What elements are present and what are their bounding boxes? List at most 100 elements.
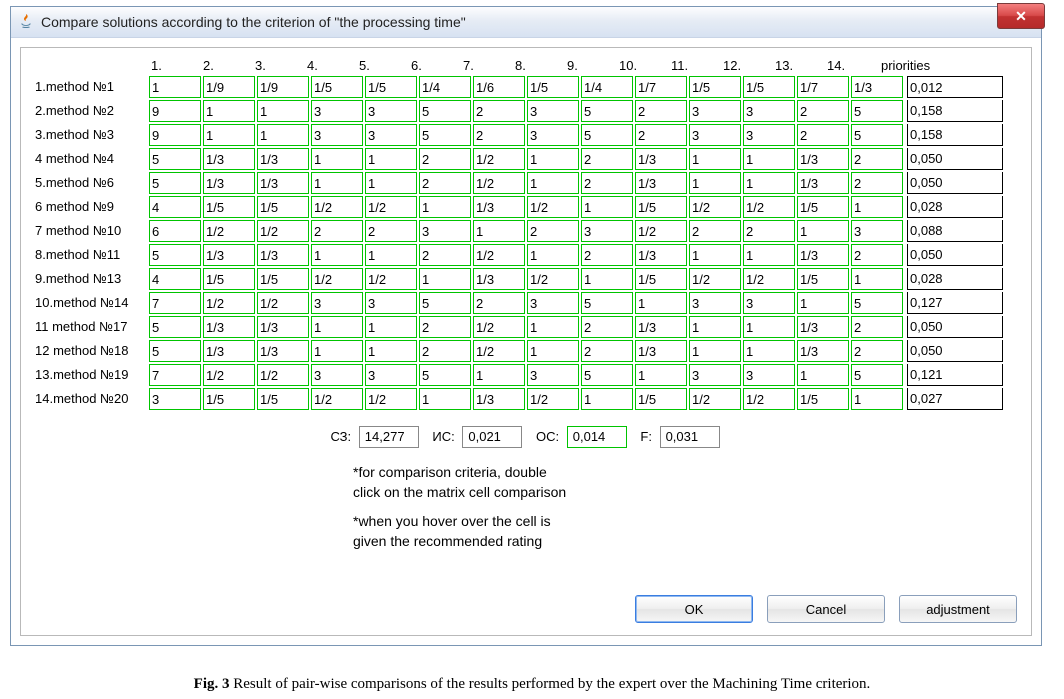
matrix-cell[interactable]: 1/5 <box>635 268 687 290</box>
matrix-cell[interactable]: 2 <box>365 220 417 242</box>
matrix-cell[interactable]: 2 <box>311 220 363 242</box>
adjustment-button[interactable]: adjustment <box>899 595 1017 623</box>
matrix-cell[interactable]: 5 <box>419 100 471 122</box>
matrix-cell[interactable]: 1/5 <box>365 76 417 98</box>
matrix-cell[interactable]: 1/2 <box>203 220 255 242</box>
matrix-cell[interactable]: 1/5 <box>797 388 849 410</box>
matrix-cell[interactable]: 1 <box>851 196 903 218</box>
matrix-cell[interactable]: 1 <box>419 196 471 218</box>
matrix-cell[interactable]: 3 <box>851 220 903 242</box>
matrix-cell[interactable]: 1/2 <box>473 148 525 170</box>
matrix-cell[interactable]: 1 <box>689 340 741 362</box>
matrix-cell[interactable]: 1/3 <box>203 172 255 194</box>
matrix-cell[interactable]: 1/2 <box>473 172 525 194</box>
matrix-cell[interactable]: 1 <box>797 292 849 314</box>
matrix-cell[interactable]: 1 <box>311 340 363 362</box>
matrix-cell[interactable]: 1 <box>527 148 579 170</box>
matrix-cell[interactable]: 1/3 <box>257 244 309 266</box>
matrix-cell[interactable]: 3 <box>311 124 363 146</box>
matrix-cell[interactable]: 6 <box>149 220 201 242</box>
matrix-cell[interactable]: 3 <box>743 124 795 146</box>
matrix-cell[interactable]: 1/2 <box>311 388 363 410</box>
matrix-cell[interactable]: 1 <box>419 388 471 410</box>
matrix-cell[interactable]: 2 <box>851 244 903 266</box>
matrix-cell[interactable]: 3 <box>527 292 579 314</box>
matrix-cell[interactable]: 1/3 <box>203 316 255 338</box>
matrix-cell[interactable]: 1/3 <box>797 316 849 338</box>
matrix-cell[interactable]: 2 <box>473 124 525 146</box>
matrix-cell[interactable]: 3 <box>743 100 795 122</box>
matrix-cell[interactable]: 1 <box>365 172 417 194</box>
matrix-cell[interactable]: 9 <box>149 124 201 146</box>
matrix-cell[interactable]: 1/2 <box>743 388 795 410</box>
window-close-button[interactable]: ✕ <box>997 3 1045 29</box>
ok-button[interactable]: OK <box>635 595 753 623</box>
matrix-cell[interactable]: 1 <box>257 100 309 122</box>
matrix-cell[interactable]: 1/5 <box>257 388 309 410</box>
matrix-cell[interactable]: 5 <box>851 124 903 146</box>
matrix-cell[interactable]: 7 <box>149 292 201 314</box>
matrix-cell[interactable]: 1/2 <box>689 196 741 218</box>
matrix-cell[interactable]: 5 <box>149 244 201 266</box>
matrix-cell[interactable]: 1/3 <box>797 172 849 194</box>
matrix-cell[interactable]: 1/6 <box>473 76 525 98</box>
matrix-cell[interactable]: 1 <box>311 244 363 266</box>
matrix-cell[interactable]: 2 <box>419 148 471 170</box>
matrix-cell[interactable]: 5 <box>149 172 201 194</box>
matrix-cell[interactable]: 2 <box>581 340 633 362</box>
matrix-cell[interactable]: 1/3 <box>257 316 309 338</box>
matrix-cell[interactable]: 1/3 <box>257 172 309 194</box>
matrix-cell[interactable]: 3 <box>743 364 795 386</box>
matrix-cell[interactable]: 1/2 <box>473 244 525 266</box>
matrix-cell[interactable]: 1/5 <box>743 76 795 98</box>
matrix-cell[interactable]: 5 <box>149 148 201 170</box>
matrix-cell[interactable]: 1/7 <box>797 76 849 98</box>
matrix-cell[interactable]: 1 <box>851 388 903 410</box>
matrix-cell[interactable]: 5 <box>581 364 633 386</box>
matrix-cell[interactable]: 3 <box>527 124 579 146</box>
matrix-cell[interactable]: 5 <box>581 100 633 122</box>
matrix-cell[interactable]: 3 <box>149 388 201 410</box>
matrix-cell[interactable]: 2 <box>851 172 903 194</box>
matrix-cell[interactable]: 1 <box>365 148 417 170</box>
matrix-cell[interactable]: 1/2 <box>743 268 795 290</box>
matrix-cell[interactable]: 1/2 <box>203 364 255 386</box>
matrix-cell[interactable]: 1/3 <box>635 244 687 266</box>
matrix-cell[interactable]: 2 <box>527 220 579 242</box>
matrix-cell[interactable]: 1/3 <box>473 268 525 290</box>
matrix-cell[interactable]: 1/3 <box>473 196 525 218</box>
matrix-cell[interactable]: 3 <box>581 220 633 242</box>
matrix-cell[interactable]: 1 <box>689 148 741 170</box>
matrix-cell[interactable]: 3 <box>419 220 471 242</box>
matrix-cell[interactable]: 2 <box>419 172 471 194</box>
matrix-cell[interactable]: 2 <box>635 124 687 146</box>
matrix-cell[interactable]: 2 <box>419 340 471 362</box>
matrix-cell[interactable]: 1/2 <box>473 316 525 338</box>
matrix-cell[interactable]: 5 <box>149 316 201 338</box>
matrix-cell[interactable]: 1/2 <box>527 268 579 290</box>
matrix-cell[interactable]: 2 <box>419 244 471 266</box>
matrix-cell[interactable]: 3 <box>311 364 363 386</box>
matrix-cell[interactable]: 1/9 <box>203 76 255 98</box>
matrix-cell[interactable]: 5 <box>581 124 633 146</box>
matrix-cell[interactable]: 1/5 <box>257 268 309 290</box>
matrix-cell[interactable]: 1/5 <box>797 196 849 218</box>
matrix-cell[interactable]: 1/3 <box>203 148 255 170</box>
matrix-cell[interactable]: 2 <box>581 148 633 170</box>
matrix-cell[interactable]: 5 <box>419 124 471 146</box>
matrix-cell[interactable]: 3 <box>689 292 741 314</box>
matrix-cell[interactable]: 1 <box>743 172 795 194</box>
matrix-cell[interactable]: 2 <box>635 100 687 122</box>
matrix-cell[interactable]: 1 <box>743 148 795 170</box>
matrix-cell[interactable]: 2 <box>581 316 633 338</box>
matrix-cell[interactable]: 1 <box>743 244 795 266</box>
matrix-cell[interactable]: 1/5 <box>527 76 579 98</box>
matrix-cell[interactable]: 1/4 <box>581 76 633 98</box>
matrix-cell[interactable]: 2 <box>851 340 903 362</box>
matrix-cell[interactable]: 1 <box>689 316 741 338</box>
matrix-cell[interactable]: 1 <box>527 316 579 338</box>
matrix-cell[interactable]: 2 <box>797 100 849 122</box>
matrix-cell[interactable]: 1/5 <box>797 268 849 290</box>
matrix-cell[interactable]: 4 <box>149 268 201 290</box>
matrix-cell[interactable]: 1/5 <box>257 196 309 218</box>
